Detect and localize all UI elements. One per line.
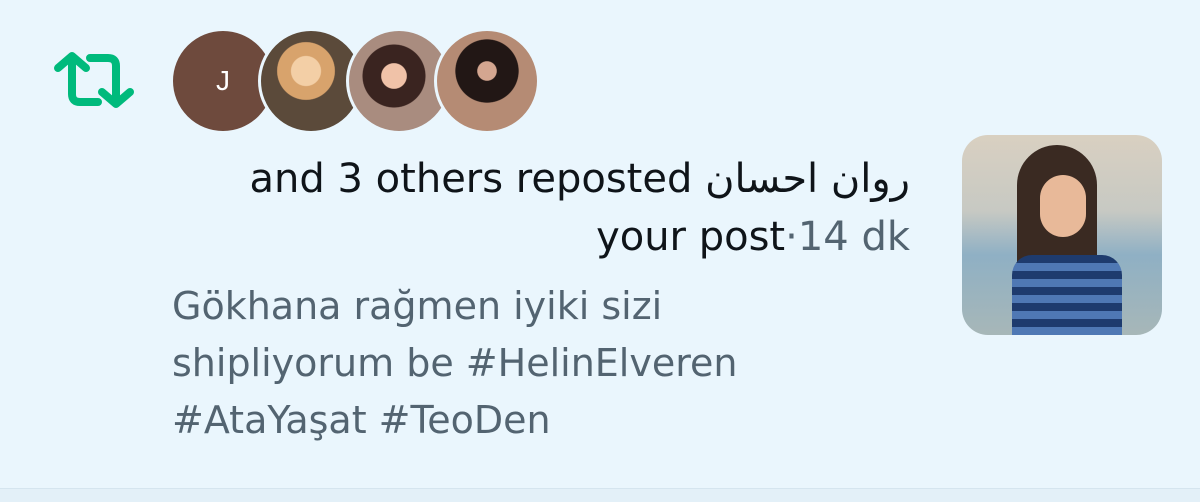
photo-face — [1040, 175, 1086, 237]
avatar[interactable] — [434, 28, 540, 134]
object-text: your post — [596, 214, 786, 260]
avatar-initial: J — [216, 65, 230, 96]
post-preview-text[interactable]: Gökhana rağmen iyiki sizi shipliyorum be… — [172, 278, 932, 449]
user-name-link[interactable]: روان احسان — [705, 156, 910, 202]
repost-icon — [54, 52, 134, 108]
post-line: shipliyorum be #HelinElveren — [172, 341, 738, 385]
post-line: #AtaYaşat #TeoDen — [172, 398, 551, 442]
photo-top — [1012, 255, 1122, 335]
notification-text: and 3 others reposted روان احسان your po… — [130, 150, 910, 266]
divider — [0, 488, 1200, 502]
action-text: and 3 others reposted — [249, 156, 693, 202]
separator: · — [785, 214, 798, 260]
post-line: Gökhana rağmen iyiki sizi — [172, 284, 663, 328]
post-media-thumbnail[interactable] — [962, 135, 1162, 335]
repost-notification[interactable]: J and 3 others reposted روان احسان your … — [0, 0, 1200, 488]
timestamp: 14 dk — [797, 214, 910, 260]
